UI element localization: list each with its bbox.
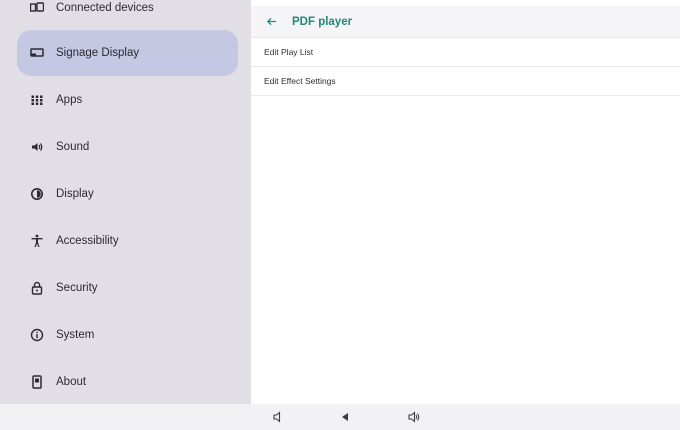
sidebar-item-about[interactable]: About xyxy=(17,359,238,404)
list-item-edit-play-list[interactable]: Edit Play List xyxy=(251,38,680,67)
sidebar-item-system[interactable]: System xyxy=(17,312,238,358)
list-item-label: Edit Effect Settings xyxy=(264,76,336,86)
sidebar-item-label: Apps xyxy=(56,94,83,106)
brightness-icon xyxy=(27,184,47,204)
volume-down-icon[interactable] xyxy=(269,408,287,426)
sidebar-item-label: Connected devices xyxy=(56,2,154,14)
arrow-left-icon[interactable] xyxy=(260,11,282,33)
apps-grid-icon xyxy=(27,90,47,110)
sidebar-item-sound[interactable]: Sound xyxy=(17,124,238,170)
tablet-icon xyxy=(27,372,47,392)
sidebar-item-label: Security xyxy=(56,282,98,294)
sidebar-item-label: Accessibility xyxy=(56,235,119,247)
page-title: PDF player xyxy=(292,15,353,28)
system-navigation-bar xyxy=(0,404,680,430)
volume-up-icon[interactable] xyxy=(405,408,423,426)
connected-devices-icon xyxy=(27,0,47,18)
speaker-icon xyxy=(27,137,47,157)
info-icon xyxy=(27,325,47,345)
settings-screen: Connected devices Signage Display Apps S… xyxy=(0,0,680,430)
list-item-label: Edit Play List xyxy=(264,47,314,57)
sidebar-item-label: Display xyxy=(56,188,94,200)
sidebar-item-connected-devices[interactable]: Connected devices xyxy=(17,0,238,31)
lock-icon xyxy=(27,278,47,298)
settings-sidebar: Connected devices Signage Display Apps S… xyxy=(0,0,251,404)
list-item-edit-effect-settings[interactable]: Edit Effect Settings xyxy=(251,67,680,96)
sidebar-item-label: About xyxy=(56,376,87,388)
sidebar-item-label: Signage Display xyxy=(56,47,140,59)
sidebar-item-display[interactable]: Display xyxy=(17,171,238,217)
back-triangle-icon[interactable] xyxy=(336,408,354,426)
sidebar-item-signage-display[interactable]: Signage Display xyxy=(17,30,238,76)
accessibility-icon xyxy=(27,231,47,251)
sidebar-item-security[interactable]: Security xyxy=(17,265,238,311)
main-panel: PDF player Edit Play List Edit Effect Se… xyxy=(251,0,680,404)
sidebar-item-label: Sound xyxy=(56,141,90,153)
sidebar-item-label: System xyxy=(56,329,95,341)
app-bar: PDF player xyxy=(251,6,680,38)
signage-display-icon xyxy=(27,43,47,63)
sidebar-item-apps[interactable]: Apps xyxy=(17,77,238,123)
sidebar-item-accessibility[interactable]: Accessibility xyxy=(17,218,238,264)
